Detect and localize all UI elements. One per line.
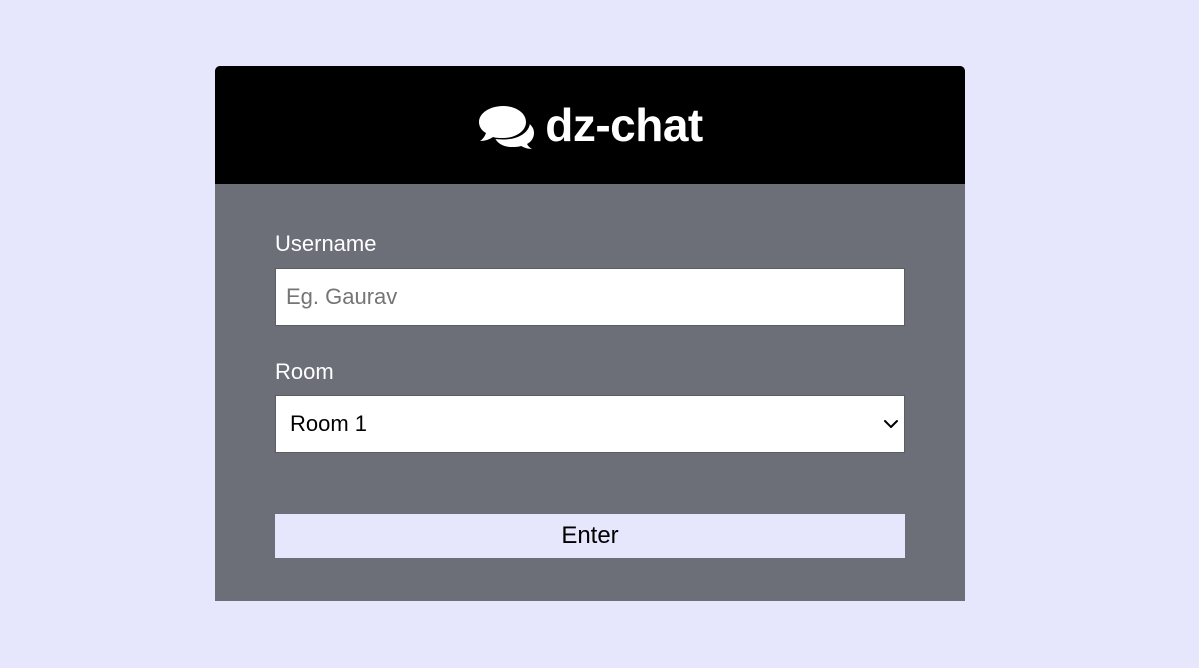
comments-icon [477, 104, 535, 149]
room-select-value: Room 1 [290, 411, 368, 436]
username-label: Username [275, 231, 377, 256]
join-form: Username Room Room 1 Enter [275, 184, 905, 558]
chevron-down-icon [884, 420, 898, 428]
app-title: dz-chat [545, 99, 703, 151]
room-select[interactable]: Room 1 [275, 395, 905, 453]
card-header: dz-chat [215, 66, 965, 184]
join-card: dz-chat Username Room Room 1 Enter [215, 66, 965, 601]
room-label: Room [275, 359, 334, 384]
enter-button[interactable]: Enter [275, 514, 905, 558]
username-input[interactable] [275, 268, 905, 326]
